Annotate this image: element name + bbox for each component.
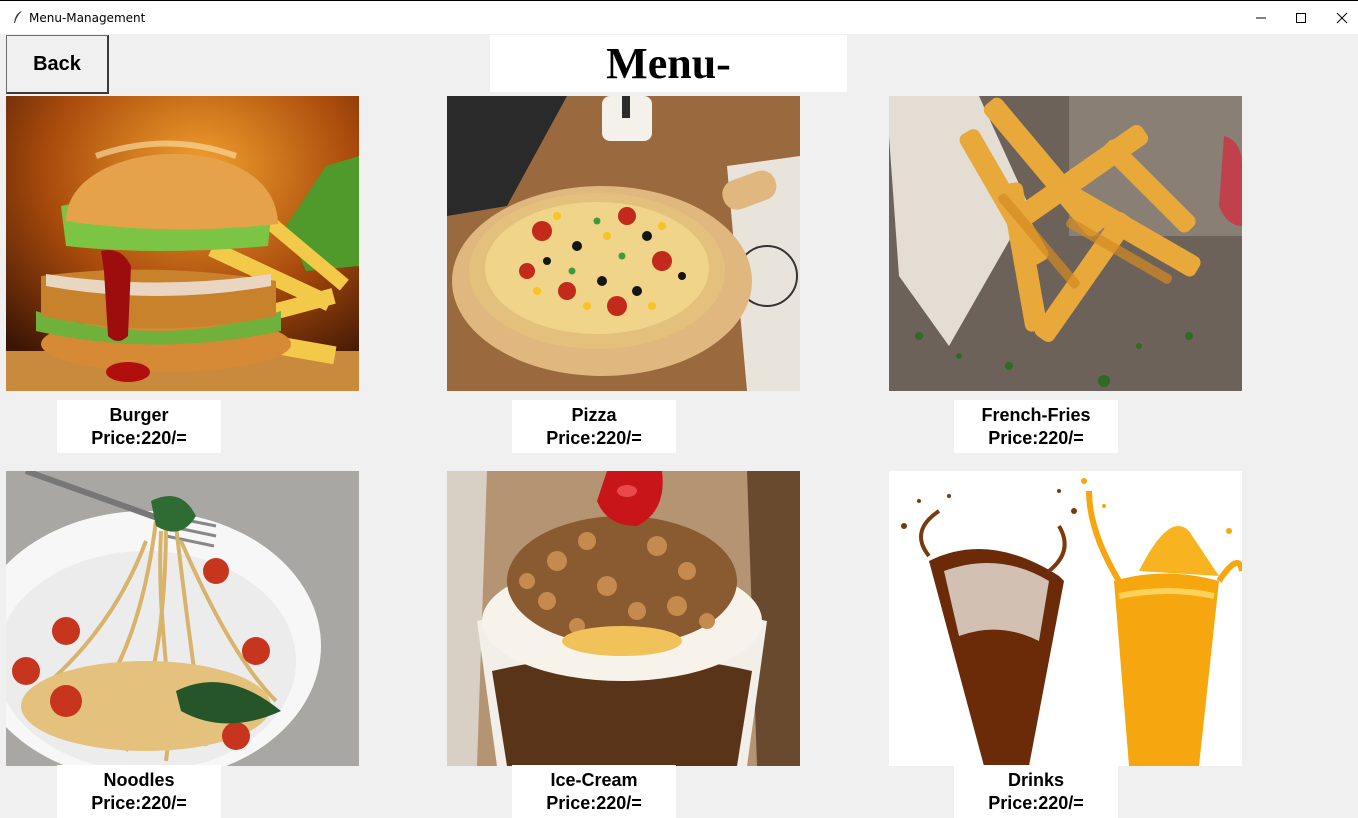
item-name: Noodles <box>103 770 175 790</box>
window-title: Menu-Management <box>29 11 146 25</box>
page-title: Menu-Management <box>490 35 847 145</box>
item-name: Burger <box>109 405 169 425</box>
french-fries-image[interactable] <box>889 96 1242 391</box>
pizza-image[interactable] <box>447 96 800 391</box>
noodles-image[interactable] <box>6 471 359 766</box>
item-name: French-Fries <box>981 405 1091 425</box>
window-titlebar: Menu-Management <box>0 0 1358 34</box>
menu-item-pizza: Pizza Price:220/= <box>512 400 676 453</box>
menu-item-drinks: Drinks Price:220/= <box>954 765 1118 818</box>
minimize-icon[interactable] <box>1250 7 1272 29</box>
item-price: Price:220/= <box>91 428 187 448</box>
menu-item-noodles: Noodles Price:220/= <box>57 765 221 818</box>
menu-item-french-fries: French-Fries Price:220/= <box>954 400 1118 453</box>
item-name: Ice-Cream <box>550 770 638 790</box>
back-button[interactable]: Back <box>6 35 109 94</box>
menu-item-ice-cream: Ice-Cream Price:220/= <box>512 765 676 818</box>
burger-image[interactable] <box>6 96 359 391</box>
item-price: Price:220/= <box>546 428 642 448</box>
item-price: Price:220/= <box>546 793 642 813</box>
maximize-icon[interactable] <box>1290 7 1312 29</box>
close-icon[interactable] <box>1331 7 1353 29</box>
item-name: Drinks <box>1007 770 1065 790</box>
item-price: Price:220/= <box>91 793 187 813</box>
drinks-image[interactable] <box>889 471 1242 766</box>
ice-cream-image[interactable] <box>447 471 800 766</box>
menu-item-burger: Burger Price:220/= <box>57 400 221 453</box>
feather-icon <box>14 11 22 23</box>
item-name: Pizza <box>571 405 617 425</box>
item-price: Price:220/= <box>988 428 1084 448</box>
item-price: Price:220/= <box>988 793 1084 813</box>
